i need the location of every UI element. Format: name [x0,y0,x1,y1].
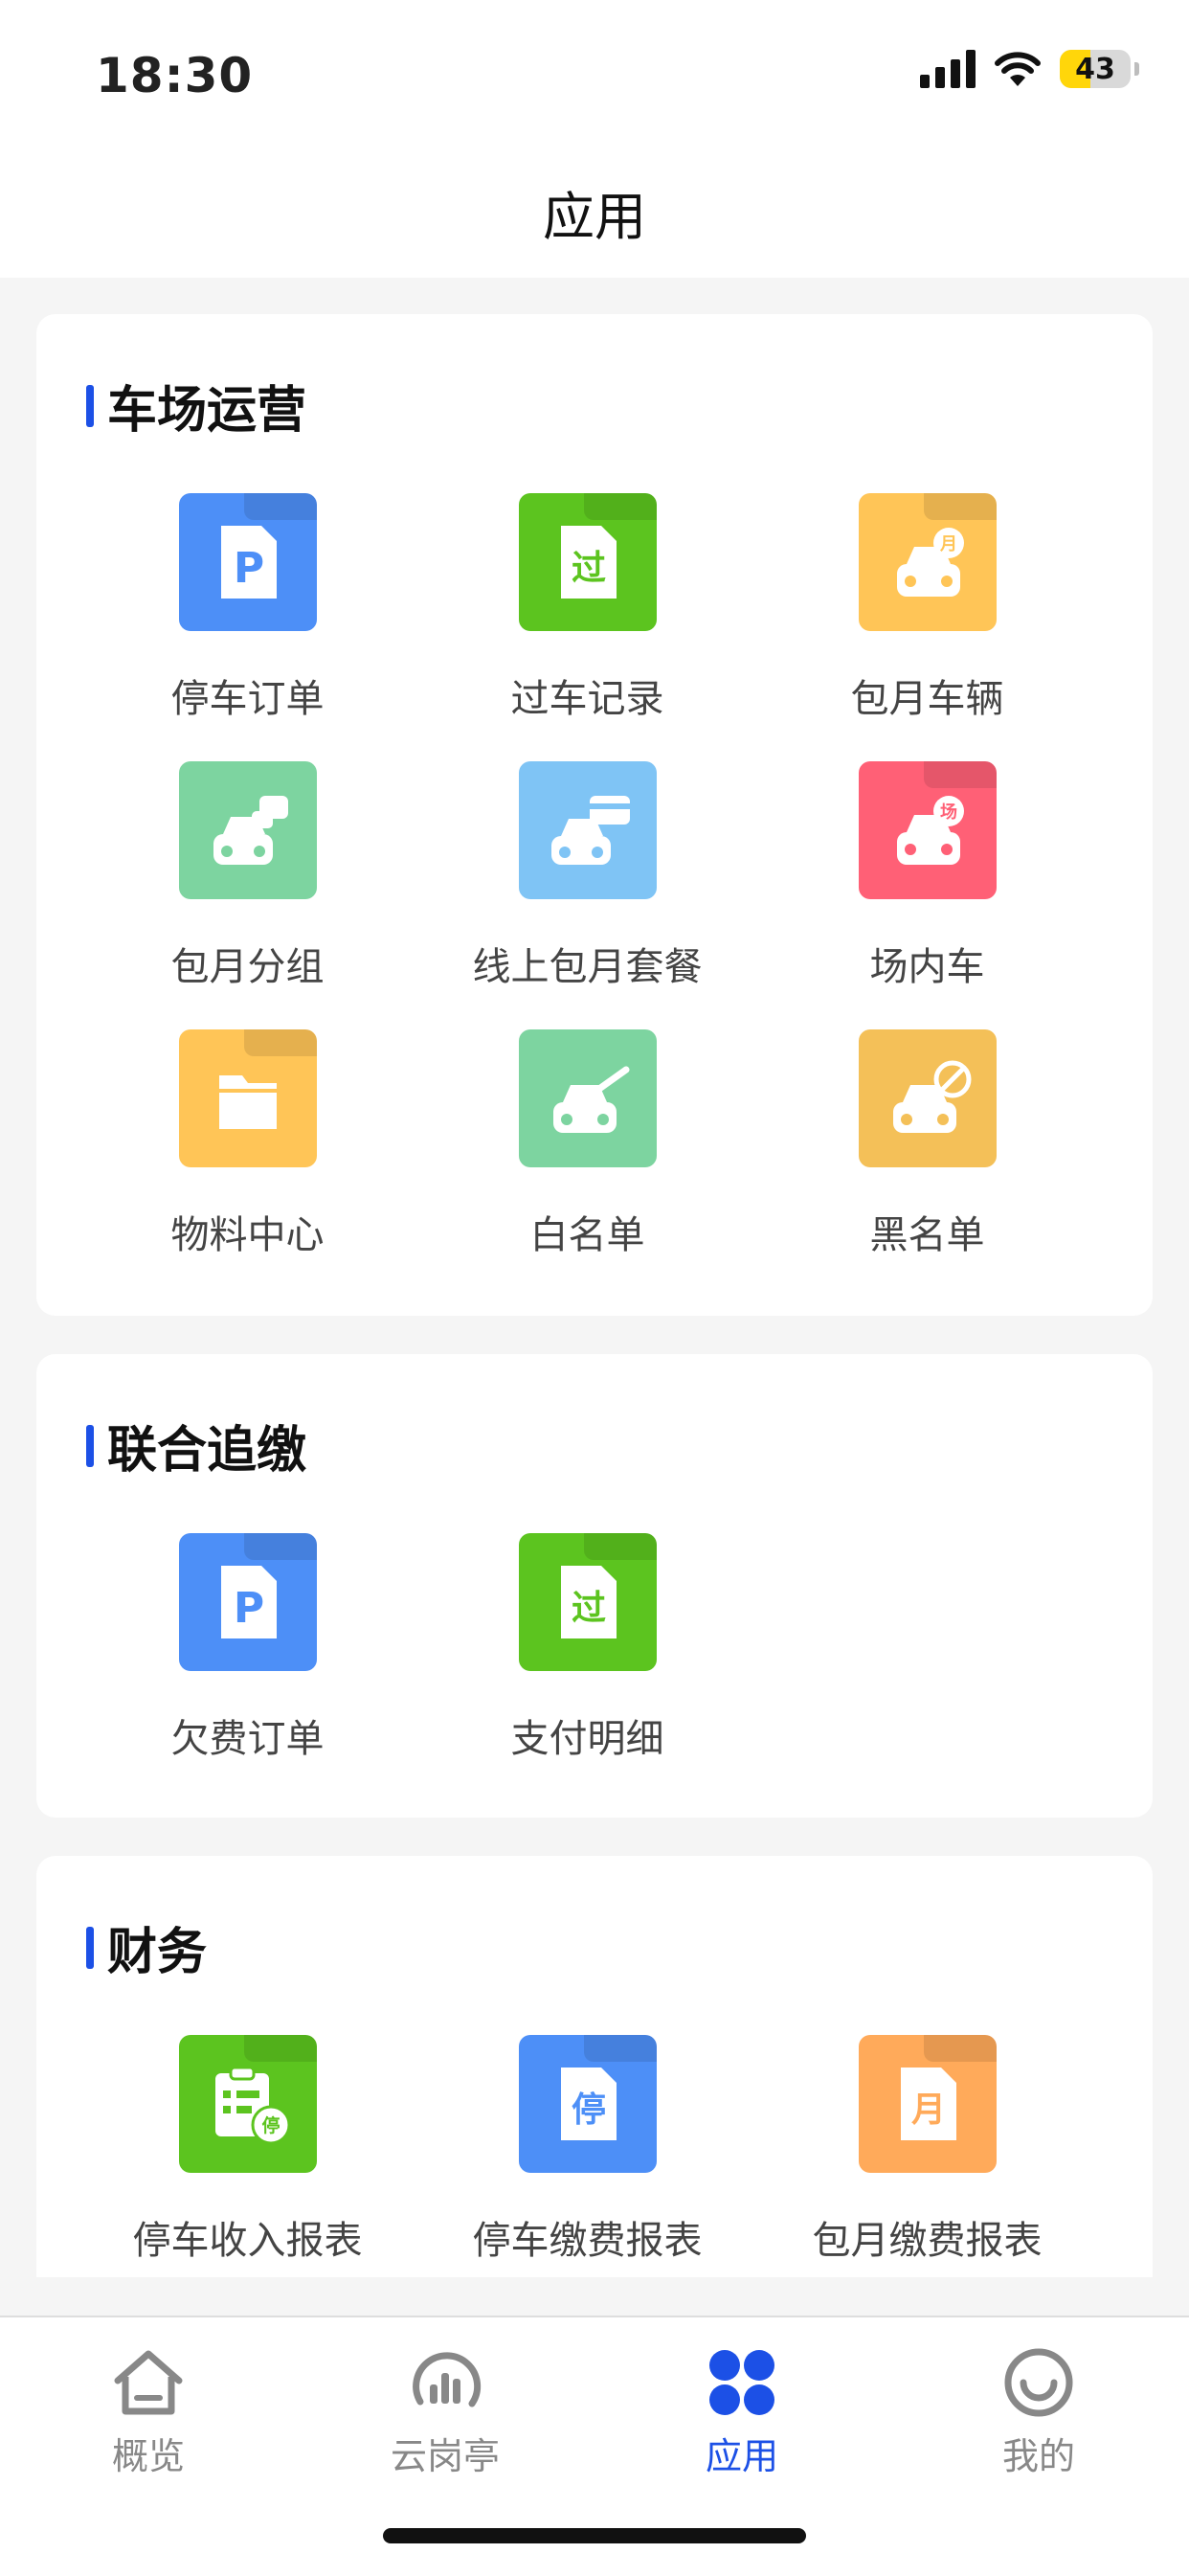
app-label: 物料中心 [170,1213,325,1257]
section-parking-operations: 车场运营 P 停车订单 过 过车记录 月 包月车辆 包月分组 线上包月套餐 场 … [36,314,1153,1316]
glyph-text: P [234,1584,264,1633]
glyph-text: 过 [572,549,606,588]
parking-p-icon: P [179,1533,317,1671]
apps-icon [709,2350,774,2415]
battery-icon: 43 [1060,50,1131,88]
tab-label: 我的 [1001,2435,1075,2477]
tab-mine[interactable]: 我的 [890,2344,1187,2477]
app-whitelist[interactable]: 白名单 [417,1029,757,1259]
page-title: 应用 [543,187,646,247]
app-label: 包月缴费报表 [812,2219,1043,2263]
tab-cloud-booth[interactable]: 云岗亭 [297,2344,594,2477]
app-label: 欠费订单 [170,1717,325,1761]
app-onsite-vehicles[interactable]: 场 场内车 [757,761,1097,991]
app-parking-income-report[interactable]: 停 停车收入报表 [78,2035,417,2265]
glyph-text: 场 [940,802,957,823]
nav-header: 应用 [0,144,1189,278]
glyph-text: 过 [572,1589,606,1628]
car-ban-icon [859,1029,997,1167]
glyph-text: 月 [939,534,957,554]
income-report-icon: 停 [179,2035,317,2173]
app-label: 包月分组 [170,945,325,989]
tab-label: 概览 [111,2435,185,2477]
car-group-icon [179,761,317,899]
glyph-text: 停 [261,2114,280,2136]
wifi-icon [995,52,1041,86]
app-monthly-vehicles[interactable]: 月 包月车辆 [757,493,1097,723]
app-blacklist[interactable]: 黑名单 [757,1029,1097,1259]
home-indicator[interactable] [383,2528,806,2543]
onsite-car-icon: 场 [859,761,997,899]
tab-overview[interactable]: 概览 [0,2344,297,2477]
glyph-text: 停 [572,2090,606,2130]
status-icons: 43 [920,50,1139,88]
parking-p-icon: P [179,493,317,631]
home-icon [114,2350,183,2415]
tab-apps[interactable]: 应用 [594,2344,890,2477]
status-time: 18:30 [96,48,254,103]
app-label: 包月车辆 [850,677,1004,721]
folder-icon [179,1029,317,1167]
status-bar: 18:30 43 [0,0,1189,144]
app-pass-records[interactable]: 过 过车记录 [417,493,757,723]
parking-fee-doc-icon: 停 [519,2035,657,2173]
app-material-center[interactable]: 物料中心 [78,1029,417,1259]
app-payment-details[interactable]: 过 支付明细 [417,1533,757,1763]
cloud-booth-icon [413,2352,482,2407]
app-label: 停车收入报表 [132,2219,363,2263]
app-online-monthly-plans[interactable]: 线上包月套餐 [417,761,757,991]
app-label: 黑名单 [869,1213,985,1257]
app-monthly-fee-report[interactable]: 月 包月缴费报表 [757,2035,1097,2265]
tab-label: 应用 [705,2435,778,2477]
app-label: 线上包月套餐 [472,945,703,989]
section-title: 联合追缴 [86,1410,306,1481]
glyph-text: 月 [911,2090,946,2130]
app-label: 场内车 [869,945,985,989]
pass-doc-icon: 过 [519,1533,657,1671]
section-finance: 财务 停 停车收入报表 停 停车缴费报表 月 包月缴费报表 [36,1856,1153,2277]
app-arrears-orders[interactable]: P 欠费订单 [78,1533,417,1763]
cellular-signal-icon [920,50,976,88]
app-label: 停车订单 [170,677,325,721]
glyph-text: P [234,544,264,593]
monthly-fee-doc-icon: 月 [859,2035,997,2173]
pass-doc-icon: 过 [519,493,657,631]
app-label: 过车记录 [510,677,664,721]
app-label: 白名单 [529,1213,645,1257]
profile-smile-icon [1004,2348,1073,2417]
section-title: 车场运营 [86,370,306,441]
app-label: 停车缴费报表 [472,2219,703,2263]
app-parking-fee-report[interactable]: 停 停车缴费报表 [417,2035,757,2265]
car-card-icon [519,761,657,899]
battery-level: 43 [1075,53,1115,86]
app-monthly-groups[interactable]: 包月分组 [78,761,417,991]
car-check-icon [519,1029,657,1167]
tab-label: 云岗亭 [390,2435,500,2477]
section-title: 财务 [86,1911,207,1983]
app-parking-orders[interactable]: P 停车订单 [78,493,417,723]
app-label: 支付明细 [510,1717,664,1761]
section-joint-collection: 联合追缴 P 欠费订单 过 支付明细 [36,1354,1153,1818]
monthly-car-icon: 月 [859,493,997,631]
